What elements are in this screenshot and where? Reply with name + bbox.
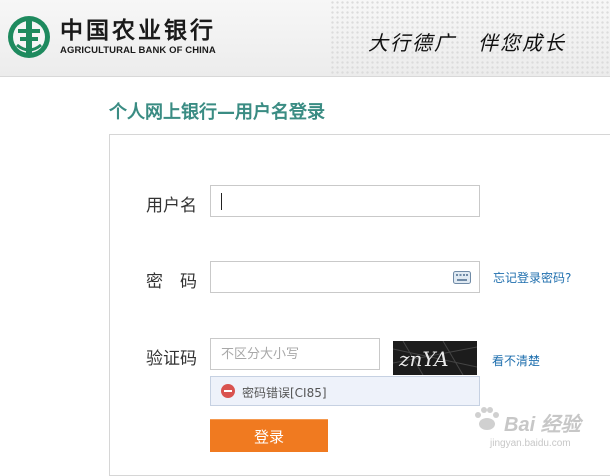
captcha-graphic: znYA: [393, 341, 477, 375]
header-slogan: 大行德广 伴您成长: [368, 27, 566, 56]
keyboard-icon[interactable]: [453, 271, 471, 284]
password-label: 密 码: [146, 272, 197, 292]
username-label: 用户名: [146, 196, 197, 216]
captcha-field[interactable]: [210, 338, 380, 370]
error-icon: [221, 384, 235, 398]
site-header: 中国农业银行 AGRICULTURAL BANK OF CHINA 大行德广 伴您…: [0, 0, 610, 77]
password-field[interactable]: [210, 261, 480, 293]
login-button[interactable]: 登录: [210, 419, 328, 452]
bank-name-chinese: 中国农业银行: [60, 17, 216, 44]
captcha-input[interactable]: [211, 339, 379, 369]
error-message: 密码错误[CI85]: [242, 386, 327, 400]
captcha-refresh-link[interactable]: 看不清楚: [492, 352, 540, 369]
text-caret: [221, 193, 222, 210]
slogan-right: 伴您成长: [478, 31, 566, 55]
abc-logo-icon: [8, 16, 50, 58]
page-title: 个人网上银行—用户名登录: [109, 102, 325, 123]
slogan-left: 大行德广: [368, 31, 456, 55]
forgot-password-link[interactable]: 忘记登录密码?: [493, 269, 571, 286]
username-input[interactable]: [211, 186, 479, 216]
captcha-label: 验证码: [146, 349, 197, 369]
captcha-image[interactable]: znYA: [393, 341, 477, 375]
bank-name-english: AGRICULTURAL BANK OF CHINA: [60, 45, 216, 56]
username-field[interactable]: [210, 185, 480, 217]
captcha-text: znYA: [398, 347, 449, 371]
error-message-box: 密码错误[CI85]: [210, 376, 480, 406]
password-input[interactable]: [211, 262, 479, 292]
